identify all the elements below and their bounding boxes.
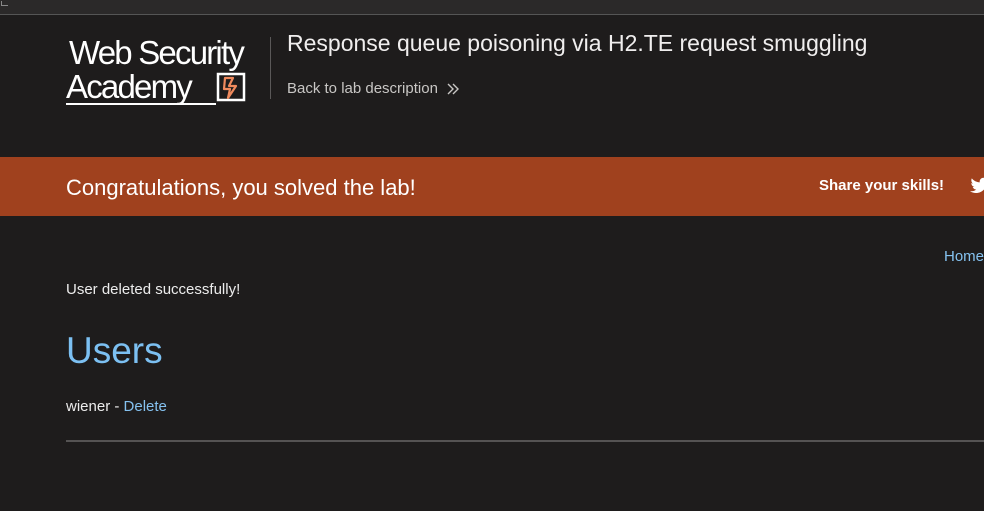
share-label: Share your skills! (819, 177, 945, 194)
lab-solved-banner: Congratulations, you solved the lab! Sha… (0, 157, 984, 216)
users-heading: Users (66, 330, 163, 371)
lab-title: Response queue poisoning via H2.TE reque… (287, 30, 868, 56)
header-divider (270, 37, 271, 99)
logo-line-1: Web Security (69, 34, 245, 71)
solved-message: Congratulations, you solved the lab! (66, 175, 416, 200)
tab-corner-icon (1, 1, 8, 6)
double-chevron-right-icon (447, 83, 459, 94)
user-name: wiener (66, 398, 111, 415)
back-to-lab-description-link[interactable]: Back to lab description (287, 80, 460, 97)
home-link[interactable]: Home (944, 248, 984, 265)
twitter-icon[interactable] (970, 177, 984, 195)
logo-underline (66, 103, 216, 105)
status-message: User deleted successfully! (66, 281, 241, 298)
content-divider (66, 440, 984, 442)
browser-top-strip (0, 0, 984, 15)
user-list-item: wiener - Delete (66, 398, 167, 415)
web-security-academy-logo[interactable]: Web Security Academy (66, 34, 270, 107)
delete-user-link[interactable]: Delete (124, 398, 167, 415)
user-separator: - (110, 398, 124, 415)
logo-line-2: Academy (66, 68, 193, 105)
back-link-label: Back to lab description (287, 80, 438, 97)
lightning-bolt-icon (216, 72, 246, 102)
